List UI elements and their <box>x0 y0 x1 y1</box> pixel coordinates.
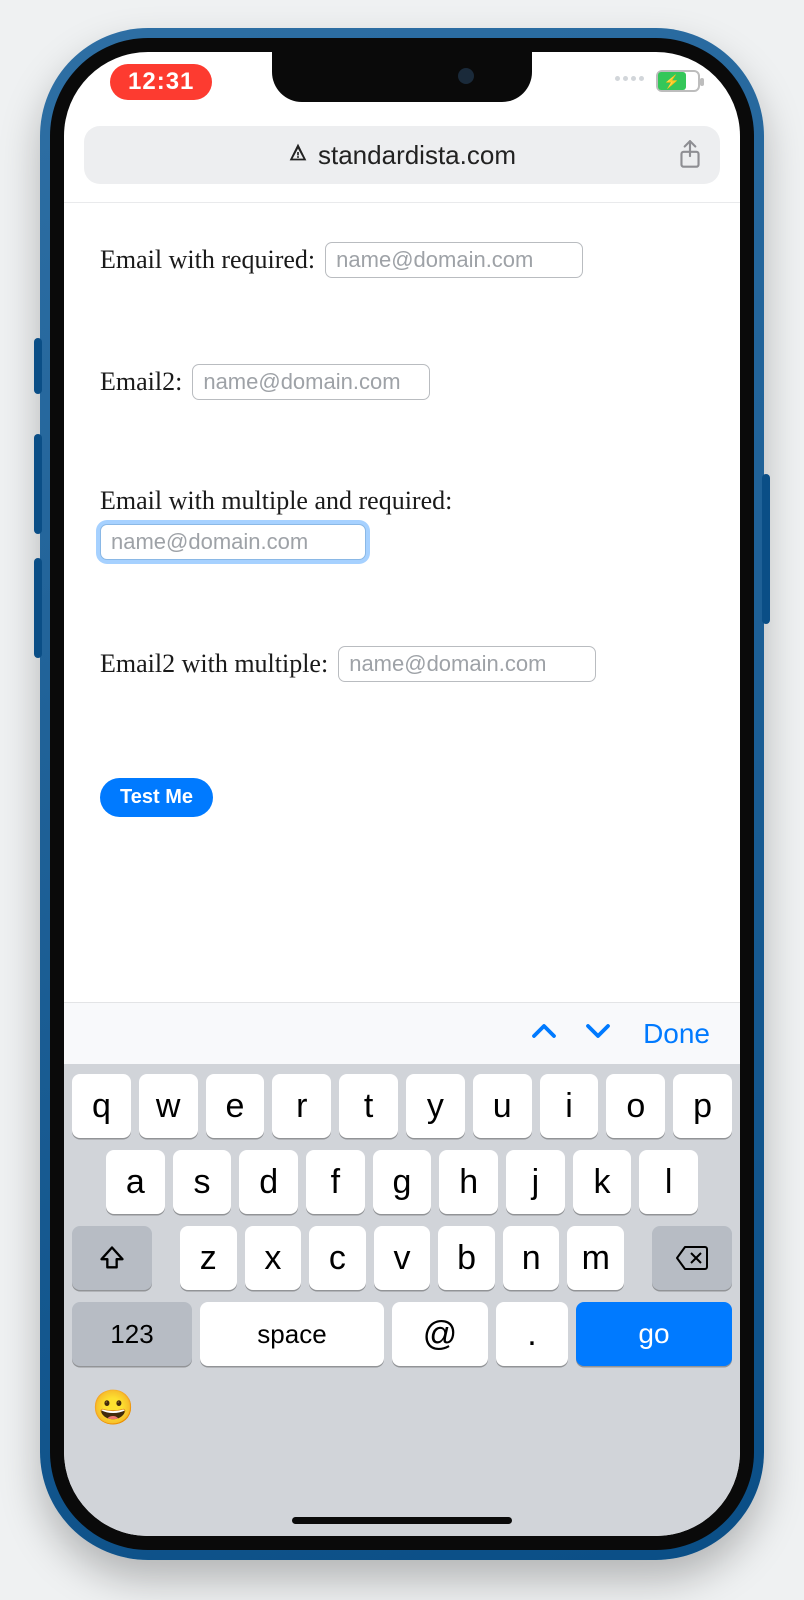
address-domain: standardista.com <box>318 140 516 171</box>
charging-icon: ⚡ <box>664 75 680 88</box>
keyboard-accessory-bar: Done <box>64 1002 740 1064</box>
key-n[interactable]: n <box>503 1226 560 1290</box>
shift-key[interactable] <box>72 1226 152 1290</box>
email2-multiple-input[interactable] <box>338 646 596 682</box>
backspace-key[interactable] <box>652 1226 732 1290</box>
previous-field-icon[interactable] <box>529 1016 559 1051</box>
keyboard-row-1: q w e r t y u i o p <box>72 1074 732 1138</box>
address-bar[interactable]: standardista.com <box>84 126 720 184</box>
key-q[interactable]: q <box>72 1074 131 1138</box>
key-s[interactable]: s <box>173 1150 232 1214</box>
test-me-button[interactable]: Test Me <box>100 778 213 817</box>
key-d[interactable]: d <box>239 1150 298 1214</box>
key-a[interactable]: a <box>106 1150 165 1214</box>
numbers-key[interactable]: 123 <box>72 1302 192 1366</box>
key-p[interactable]: p <box>673 1074 732 1138</box>
next-field-icon[interactable] <box>583 1016 613 1051</box>
screen: 12:31 ⚡ standardista.com <box>64 52 740 1536</box>
keyboard-row-2: a s d f g h j k l <box>72 1150 732 1214</box>
dot-key[interactable]: . <box>496 1302 568 1366</box>
space-key[interactable]: space <box>200 1302 384 1366</box>
silent-switch <box>34 338 42 394</box>
key-b[interactable]: b <box>438 1226 495 1290</box>
at-key[interactable]: @ <box>392 1302 488 1366</box>
go-key[interactable]: go <box>576 1302 732 1366</box>
key-v[interactable]: v <box>374 1226 431 1290</box>
key-y[interactable]: y <box>406 1074 465 1138</box>
key-f[interactable]: f <box>306 1150 365 1214</box>
field-email2-multiple: Email2 with multiple: <box>100 646 704 682</box>
key-e[interactable]: e <box>206 1074 265 1138</box>
key-i[interactable]: i <box>540 1074 599 1138</box>
field-label: Email with multiple and required: <box>100 486 704 516</box>
key-h[interactable]: h <box>439 1150 498 1214</box>
field-label: Email2 with multiple: <box>100 649 328 679</box>
key-w[interactable]: w <box>139 1074 198 1138</box>
key-u[interactable]: u <box>473 1074 532 1138</box>
keyboard-row-3: z x c v b n m <box>72 1226 732 1290</box>
phone-frame: 12:31 ⚡ standardista.com <box>40 28 764 1560</box>
emoji-key[interactable]: 😀 <box>92 1388 134 1428</box>
key-j[interactable]: j <box>506 1150 565 1214</box>
done-button[interactable]: Done <box>643 1018 710 1050</box>
field-email2: Email2: <box>100 364 704 400</box>
status-clock: 12:31 <box>110 64 212 100</box>
key-r[interactable]: r <box>272 1074 331 1138</box>
key-x[interactable]: x <box>245 1226 302 1290</box>
key-m[interactable]: m <box>567 1226 624 1290</box>
field-label: Email2: <box>100 367 182 397</box>
key-z[interactable]: z <box>180 1226 237 1290</box>
field-email-required: Email with required: <box>100 242 704 278</box>
form-nav <box>529 1016 613 1051</box>
not-secure-icon <box>288 142 308 168</box>
field-label: Email with required: <box>100 245 315 275</box>
share-icon[interactable] <box>676 139 704 171</box>
notch <box>272 52 532 102</box>
keyboard: q w e r t y u i o p a s d f g h <box>64 1064 740 1536</box>
email-multiple-required-input[interactable] <box>100 524 366 560</box>
keyboard-row-4: 123 space @ . go <box>72 1302 732 1366</box>
key-g[interactable]: g <box>373 1150 432 1214</box>
key-k[interactable]: k <box>573 1150 632 1214</box>
volume-down-button <box>34 558 42 658</box>
home-indicator[interactable] <box>292 1517 512 1524</box>
email-required-input[interactable] <box>325 242 583 278</box>
cellular-indicator <box>615 76 644 81</box>
volume-up-button <box>34 434 42 534</box>
key-c[interactable]: c <box>309 1226 366 1290</box>
key-l[interactable]: l <box>639 1150 698 1214</box>
email2-input[interactable] <box>192 364 430 400</box>
toolbar-divider <box>64 202 740 203</box>
power-button <box>762 474 770 624</box>
key-t[interactable]: t <box>339 1074 398 1138</box>
battery-indicator: ⚡ <box>656 70 700 92</box>
key-o[interactable]: o <box>606 1074 665 1138</box>
field-email-multiple-required: Email with multiple and required: <box>100 486 704 560</box>
